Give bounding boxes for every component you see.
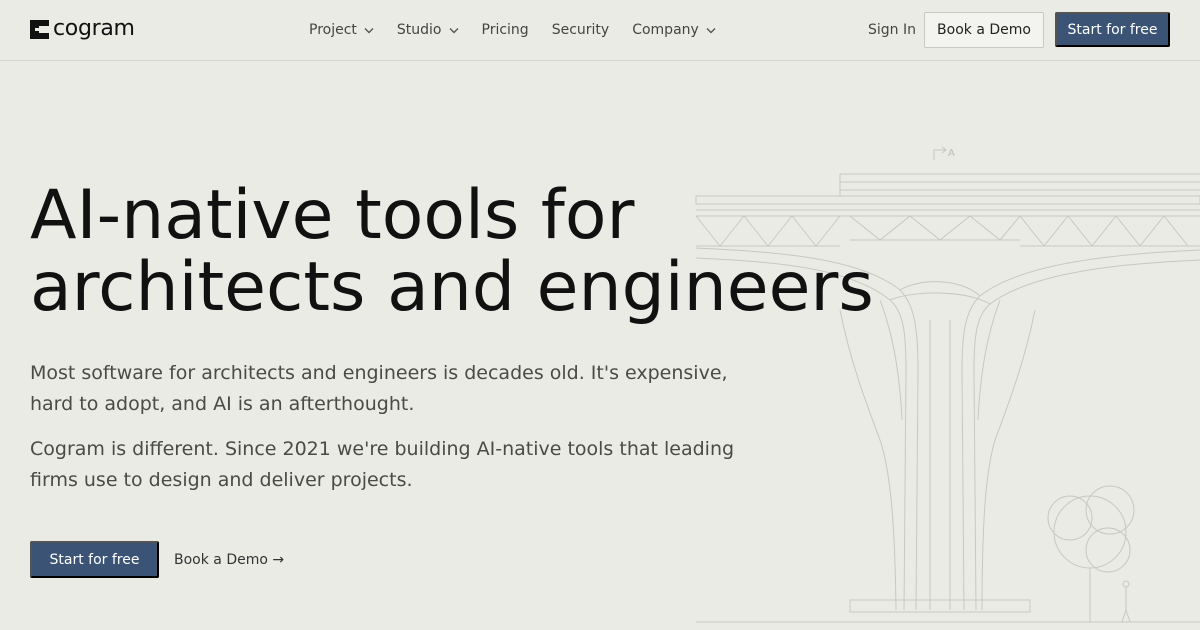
nav-item-pricing[interactable]: Pricing <box>482 20 529 40</box>
nav-item-studio[interactable]: Studio <box>397 20 459 40</box>
nav-item-project[interactable]: Project <box>309 20 374 40</box>
hero-title-line-2: architects and engineers <box>30 248 874 327</box>
nav-item-label: Pricing <box>481 22 529 38</box>
nav-item-label: Security <box>551 22 610 38</box>
hero-book-demo-link[interactable]: Book a Demo → <box>174 550 284 570</box>
hero-start-free-button[interactable]: Start for free <box>30 541 159 578</box>
nav-item-label: Project <box>309 22 357 38</box>
section-marker-label: A <box>948 148 955 159</box>
site-header: cogram Project Studio Pricing Security C… <box>0 0 1200 61</box>
sign-in-link[interactable]: Sign In <box>868 20 916 40</box>
book-demo-button[interactable]: Book a Demo <box>924 12 1044 48</box>
chevron-down-icon <box>364 27 374 33</box>
chevron-down-icon <box>706 27 716 33</box>
hero-paragraph-2: Cogram is different. Since 2021 we're bu… <box>30 438 735 491</box>
nav-item-security[interactable]: Security <box>552 20 610 40</box>
hero-title-line-1: AI-native tools for <box>30 176 635 255</box>
nav-item-company[interactable]: Company <box>632 20 716 40</box>
cogram-logo-icon <box>30 19 49 39</box>
hero-paragraph-1: Most software for architects and enginee… <box>30 362 728 415</box>
start-free-button[interactable]: Start for free <box>1055 12 1170 47</box>
nav-item-label: Company <box>632 22 699 38</box>
main-nav: Project Studio Pricing Security Company <box>309 20 716 40</box>
brand-logo[interactable]: cogram <box>30 18 135 40</box>
hero-title: AI-native tools for architects and engin… <box>30 180 890 324</box>
nav-item-label: Studio <box>396 22 442 38</box>
chevron-down-icon <box>449 27 458 33</box>
brand-name: cogram <box>53 16 135 41</box>
